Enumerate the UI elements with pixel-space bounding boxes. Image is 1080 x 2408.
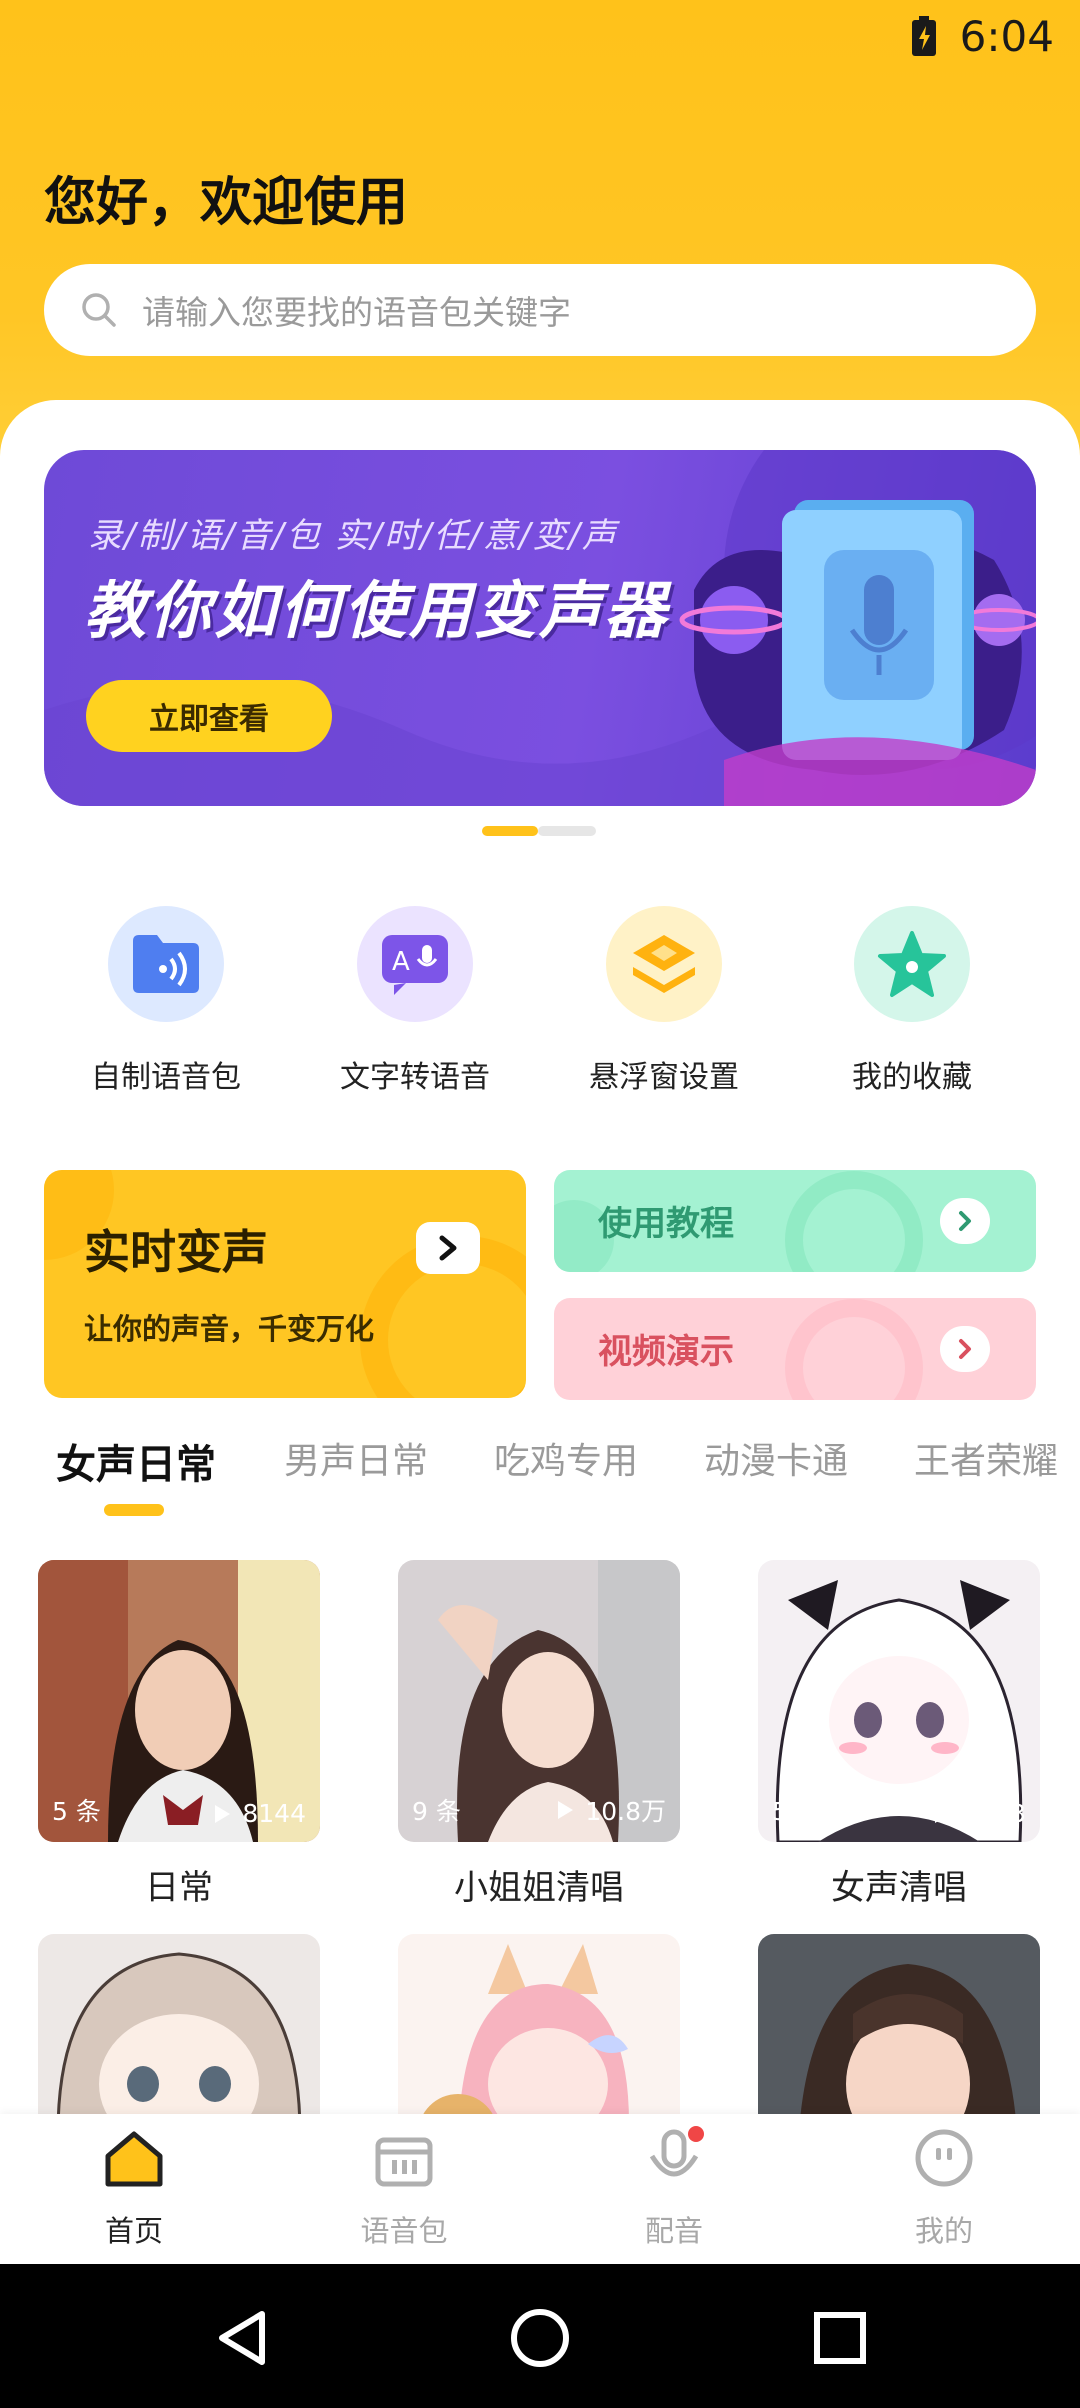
recents-icon[interactable] bbox=[812, 2310, 868, 2366]
play-icon bbox=[935, 1804, 951, 1823]
chevron-right-icon bbox=[940, 1326, 990, 1372]
voice-pack-thumbnail: 9 条 10.8万 bbox=[398, 1560, 680, 1842]
nav-profile[interactable]: 我的 bbox=[844, 2126, 1044, 2250]
battery-charging-icon bbox=[912, 16, 936, 56]
play-count-value: 3343 bbox=[962, 1799, 1026, 1828]
chevron-right-icon bbox=[940, 1198, 990, 1244]
tutorial-label: 使用教程 bbox=[598, 1204, 734, 1244]
bottom-navigation: 首页 语音包 配音 我的 bbox=[0, 2114, 1080, 2264]
realtime-subtitle: 让你的声音，千变万化 bbox=[84, 1312, 375, 1346]
promo-banner[interactable]: 录/制/语/音/包 实/时/任/意/变/声 教你如何使用变声器 立即查看 bbox=[44, 450, 1036, 806]
chevron-right-icon bbox=[416, 1222, 480, 1274]
voice-count: 5 条 bbox=[52, 1797, 101, 1826]
profile-icon bbox=[915, 2129, 973, 2187]
voice-pack-thumbnail: 5 条 8144 bbox=[38, 1560, 320, 1842]
play-count: 3343 bbox=[932, 1799, 1026, 1828]
nav-dubbing[interactable]: 配音 bbox=[574, 2126, 774, 2250]
nav-label: 首页 bbox=[104, 2214, 163, 2248]
tab-pubg[interactable]: 吃鸡专用 bbox=[494, 1432, 638, 1484]
star-icon bbox=[854, 906, 970, 1022]
banner-title: 教你如何使用变声器 bbox=[84, 574, 670, 647]
voice-pack-card[interactable]: 9 条 10.8万 小姐姐清唱 bbox=[398, 1560, 680, 1909]
voice-pack-thumbnail: 5 条 3343 bbox=[758, 1560, 1040, 1842]
video-demo-card[interactable]: 视频演示 bbox=[554, 1298, 1036, 1400]
quick-action-label: 悬浮窗设置 bbox=[589, 1060, 739, 1095]
video-demo-label: 视频演示 bbox=[598, 1332, 734, 1372]
banner-page-indicator bbox=[482, 826, 596, 836]
voice-pack-icon bbox=[375, 2137, 433, 2187]
quick-action-favorites[interactable]: 我的收藏 bbox=[812, 906, 1012, 1096]
tab-active-indicator bbox=[104, 1504, 164, 1516]
page-dot-active bbox=[482, 826, 538, 836]
play-count-value: 10.8万 bbox=[585, 1797, 666, 1826]
quick-action-label: 文字转语音 bbox=[340, 1060, 490, 1095]
home-icon bbox=[105, 2131, 163, 2187]
play-count: 10.8万 bbox=[555, 1792, 666, 1828]
play-count: 8144 bbox=[212, 1799, 306, 1828]
search-icon bbox=[82, 293, 116, 327]
nav-label: 配音 bbox=[644, 2214, 703, 2248]
nav-label: 我的 bbox=[914, 2214, 973, 2248]
svg-text:A: A bbox=[392, 947, 410, 977]
tab-female-daily[interactable]: 女声日常 bbox=[56, 1432, 216, 1490]
quick-action-text-to-speech[interactable]: A 文字转语音 bbox=[315, 906, 515, 1096]
banner-subtitle: 录/制/语/音/包 实/时/任/意/变/声 bbox=[88, 516, 618, 556]
page-dot-inactive bbox=[538, 826, 596, 836]
voice-pack-card[interactable]: 5 条 8144 日常 bbox=[38, 1560, 320, 1909]
nav-home[interactable]: 首页 bbox=[34, 2126, 234, 2250]
voice-count: 5 条 bbox=[772, 1797, 821, 1826]
play-count-value: 8144 bbox=[242, 1799, 306, 1828]
voice-pack-title: 日常 bbox=[145, 1868, 213, 1908]
tab-anime[interactable]: 动漫卡通 bbox=[704, 1432, 848, 1484]
tab-honor-of-kings[interactable]: 王者荣耀 bbox=[914, 1432, 1058, 1484]
nav-label: 语音包 bbox=[360, 2214, 448, 2248]
status-time: 6:04 bbox=[959, 12, 1054, 61]
layers-icon bbox=[606, 906, 722, 1022]
home-circle-icon[interactable] bbox=[508, 2306, 572, 2370]
realtime-voice-change-card[interactable]: 实时变声 让你的声音，千变万化 bbox=[44, 1170, 526, 1398]
tab-male-daily[interactable]: 男声日常 bbox=[284, 1432, 428, 1484]
search-input[interactable]: 请输入您要找的语音包关键字 bbox=[44, 264, 1036, 356]
greeting-title: 您好，欢迎使用 bbox=[44, 173, 409, 233]
tutorial-card[interactable]: 使用教程 bbox=[554, 1170, 1036, 1272]
quick-action-custom-voice[interactable]: 自制语音包 bbox=[66, 906, 266, 1096]
realtime-title: 实时变声 bbox=[84, 1225, 268, 1279]
system-navigation-bar bbox=[0, 2264, 1080, 2408]
microphone-icon bbox=[649, 2126, 704, 2177]
back-icon[interactable] bbox=[212, 2308, 272, 2368]
card-decoration bbox=[44, 1170, 526, 1398]
folder-voice-icon bbox=[108, 906, 224, 1022]
banner-view-button[interactable]: 立即查看 bbox=[86, 680, 332, 752]
play-icon bbox=[215, 1804, 231, 1823]
quick-action-label: 我的收藏 bbox=[852, 1060, 972, 1095]
voice-count: 9 条 bbox=[412, 1797, 461, 1826]
search-placeholder: 请输入您要找的语音包关键字 bbox=[142, 293, 571, 332]
text-to-speech-icon: A bbox=[357, 906, 473, 1022]
quick-action-label: 自制语音包 bbox=[91, 1060, 241, 1095]
quick-action-floating-window[interactable]: 悬浮窗设置 bbox=[564, 906, 764, 1096]
voice-pack-title: 女声清唱 bbox=[831, 1868, 967, 1908]
play-icon bbox=[558, 1801, 574, 1819]
voice-pack-card[interactable]: 5 条 3343 女声清唱 bbox=[758, 1560, 1040, 1909]
microphone-book-illustration bbox=[679, 500, 1036, 806]
nav-voice-pack[interactable]: 语音包 bbox=[304, 2126, 504, 2250]
voice-pack-title: 小姐姐清唱 bbox=[454, 1868, 624, 1908]
